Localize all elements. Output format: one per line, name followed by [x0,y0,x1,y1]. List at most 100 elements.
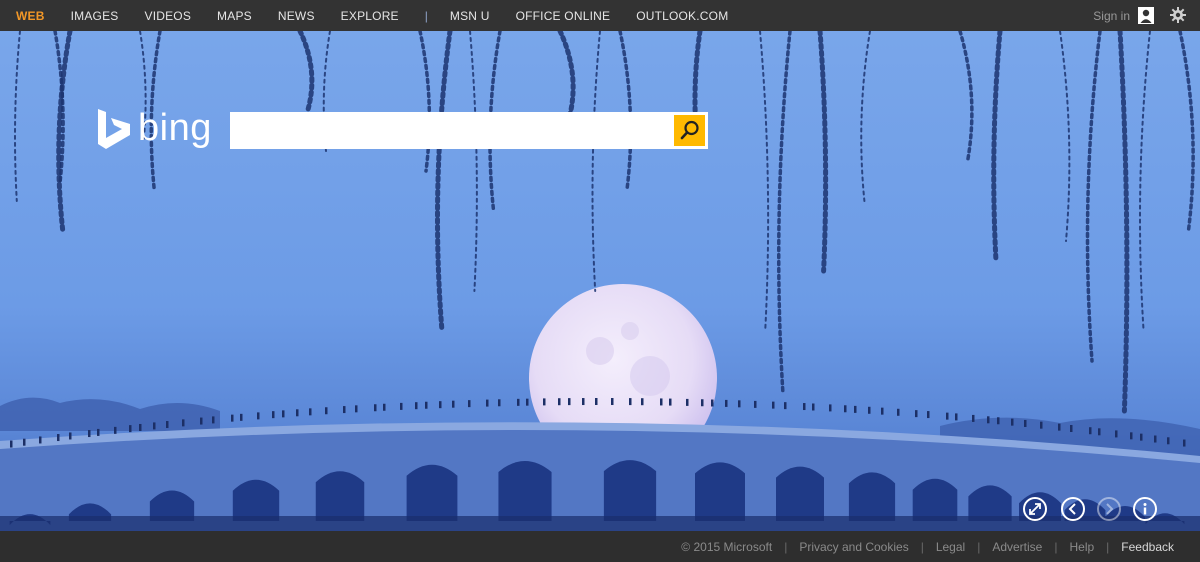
person-silhouette [343,406,346,414]
person-silhouette [88,430,91,438]
person-silhouette [200,417,203,425]
footer-separator: | [977,539,981,554]
nav-item-msn-u[interactable]: MSN U [450,9,490,23]
gear-icon[interactable] [1170,7,1186,23]
person-silhouette [1070,424,1073,432]
moon-bridge-scene [0,31,1200,531]
person-silhouette [725,399,728,407]
person-silhouette [10,440,13,448]
person-silhouette [1167,437,1170,445]
person-silhouette [231,414,234,422]
person-silhouette [946,412,949,420]
person-silhouette [129,425,132,433]
advertise-link[interactable]: Advertise [992,540,1042,554]
person-silhouette [383,403,386,411]
help-link[interactable]: Help [1069,540,1094,554]
nav-item-images[interactable]: IMAGES [71,9,119,23]
person-silhouette [611,398,614,406]
person-silhouette [987,416,990,424]
search-icon [680,120,699,140]
bridge-arch [498,460,552,521]
bing-b-logo-icon [98,108,130,149]
bridge-arch [603,460,657,521]
person-silhouette [1040,421,1043,429]
person-silhouette [772,401,775,409]
search-button[interactable] [672,112,708,149]
person-silhouette [355,405,358,413]
person-silhouette [629,398,632,406]
nav-separator: | [424,8,428,23]
person-silhouette [1024,419,1027,427]
person-silhouette [486,399,489,407]
person-silhouette [543,398,546,406]
person-silhouette [701,399,704,407]
privacy-link[interactable]: Privacy and Cookies [799,540,908,554]
person-silhouette [955,413,958,421]
footer-separator: | [920,539,924,554]
person-silhouette [39,436,42,444]
nav-item-explore[interactable]: EXPLORE [341,9,399,23]
nav-item-news[interactable]: NEWS [278,9,315,23]
person-silhouette [711,399,714,407]
person-silhouette [374,404,377,412]
previous-image-button[interactable] [1061,497,1085,521]
footer: © 2015 Microsoft | Privacy and Cookies |… [0,531,1200,562]
nav-item-web[interactable]: WEB [16,9,45,23]
sign-in-link[interactable]: Sign in [1093,0,1130,31]
person-silhouette [972,414,975,422]
previous-icon [1068,503,1076,515]
person-silhouette [738,400,741,408]
person-silhouette [868,406,871,414]
person-silhouette [139,423,142,431]
nav-item-videos[interactable]: VIDEOS [145,9,192,23]
bridge-arch [912,478,958,521]
nav-menu: WEB IMAGES VIDEOS MAPS NEWS EXPLORE | MS… [16,0,754,31]
footer-separator: | [1054,539,1058,554]
person-silhouette [57,434,60,442]
expand-button[interactable] [1023,497,1047,521]
person-silhouette [517,398,520,406]
person-silhouette [582,398,585,406]
person-silhouette [812,403,815,411]
top-navigation-bar: WEB IMAGES VIDEOS MAPS NEWS EXPLORE | MS… [0,0,1200,31]
next-image-button[interactable] [1097,497,1121,521]
person-silhouette [498,399,501,407]
person-silhouette [641,398,644,406]
nav-item-office-online[interactable]: OFFICE ONLINE [516,9,611,23]
person-silhouette [915,410,918,418]
person-silhouette [754,400,757,408]
person-silhouette [166,421,169,429]
person-silhouette [669,398,672,406]
bridge-arch [848,472,896,521]
user-icon[interactable] [1138,7,1154,24]
person-silhouette [309,408,312,416]
image-info-button[interactable] [1133,497,1157,521]
person-silhouette [1115,430,1118,438]
bridge-arch [695,462,745,521]
person-silhouette [325,407,328,415]
person-silhouette [854,405,857,413]
footer-separator: | [1106,539,1110,554]
person-silhouette [829,404,832,412]
feedback-link[interactable]: Feedback [1121,540,1174,554]
footer-separator: | [784,539,788,554]
person-silhouette [296,409,299,417]
nav-item-outlook[interactable]: OUTLOOK.COM [636,9,728,23]
person-silhouette [415,402,418,410]
search-input[interactable] [230,112,672,149]
person-silhouette [452,400,455,408]
person-silhouette [1183,439,1186,447]
person-silhouette [282,410,285,418]
person-silhouette [182,419,185,427]
bing-logo[interactable]: bing [96,107,212,150]
nav-item-maps[interactable]: MAPS [217,9,252,23]
person-silhouette [468,400,471,408]
person-silhouette [400,402,403,410]
copyright-text: © 2015 Microsoft [681,539,773,554]
person-silhouette [660,398,663,406]
person-silhouette [272,411,275,419]
legal-link[interactable]: Legal [936,540,965,554]
next-icon [1106,503,1114,515]
person-silhouette [1154,435,1157,443]
person-silhouette [257,412,260,420]
